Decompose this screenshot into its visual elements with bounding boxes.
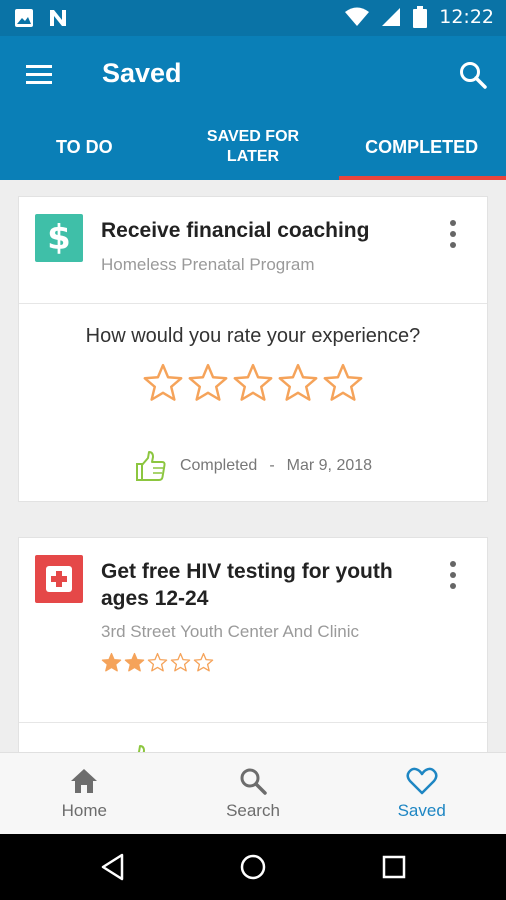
nav-search-label: Search — [226, 800, 280, 820]
search-icon[interactable] — [458, 60, 488, 90]
back-icon[interactable] — [98, 852, 128, 882]
home-button-icon[interactable] — [238, 852, 268, 882]
thumbs-up-icon — [135, 451, 166, 481]
rating-stars — [19, 362, 487, 404]
search-icon — [240, 768, 267, 795]
battery-icon — [413, 6, 428, 28]
home-icon — [71, 768, 98, 793]
menu-icon[interactable] — [24, 62, 54, 88]
nav-saved[interactable]: Saved — [337, 753, 506, 834]
n-notification-icon — [50, 10, 66, 26]
nav-search[interactable]: Search — [169, 753, 338, 834]
medical-cross-icon — [35, 555, 83, 603]
tab-saved-for-later-label: SAVED FOR LATER — [206, 128, 300, 165]
completion-status: Completed - Mar 9, 2018 — [19, 449, 487, 483]
tab-completed[interactable]: COMPLETED — [337, 114, 506, 180]
tab-to-do[interactable]: TO DO — [0, 114, 169, 180]
star-empty-icon — [147, 652, 168, 672]
card-divider — [19, 722, 487, 723]
saved-list[interactable]: $ Receive financial coaching Homeless Pr… — [0, 180, 506, 752]
status-text: Completed — [179, 457, 258, 474]
status-bar: 12:22 — [0, 0, 506, 36]
star-filled-icon — [124, 652, 145, 672]
thumbs-up-icon — [137, 745, 145, 752]
image-notification-icon — [15, 9, 33, 27]
status-separator: - — [269, 457, 275, 474]
signal-icon — [382, 8, 401, 26]
system-navigation-bar — [0, 834, 506, 900]
rating-display — [101, 652, 214, 673]
service-card[interactable]: Get free HIV testing for youth ages 12-2… — [18, 537, 488, 752]
star-filled-icon — [101, 652, 122, 672]
rating-prompt: How would you rate your experience? — [85, 325, 421, 347]
rate-star-4-icon[interactable] — [277, 362, 319, 404]
completion-date: Mar 9, 2018 — [286, 457, 373, 474]
nav-saved-label: Saved — [397, 800, 446, 820]
star-empty-icon — [193, 652, 214, 672]
recent-apps-icon[interactable] — [379, 852, 409, 882]
bottom-navigation: Home Search Saved — [0, 752, 506, 834]
dollar-icon: $ — [35, 214, 83, 262]
service-card[interactable]: $ Receive financial coaching Homeless Pr… — [18, 196, 488, 502]
rate-star-3-icon[interactable] — [232, 362, 274, 404]
clock: 12:22 — [439, 6, 494, 28]
nav-home[interactable]: Home — [0, 753, 169, 834]
more-options-icon[interactable] — [439, 558, 467, 592]
tab-bar: TO DO SAVED FOR LATER COMPLETED — [0, 114, 506, 180]
star-empty-icon — [170, 652, 191, 672]
heart-icon — [406, 767, 438, 794]
nav-home-label: Home — [61, 800, 108, 820]
rate-star-1-icon[interactable] — [142, 362, 184, 404]
page-title: Saved — [102, 58, 182, 88]
more-options-icon[interactable] — [439, 217, 467, 251]
card-provider: Homeless Prenatal Program — [101, 255, 315, 274]
tab-saved-for-later[interactable]: SAVED FOR LATER — [169, 114, 338, 180]
app-bar: Saved — [0, 36, 506, 114]
card-provider: 3rd Street Youth Center And Clinic — [101, 622, 359, 641]
wifi-icon — [345, 7, 370, 26]
card-title: Get free HIV testing for youth ages 12-2… — [101, 560, 393, 610]
rate-star-2-icon[interactable] — [187, 362, 229, 404]
rate-star-5-icon[interactable] — [322, 362, 364, 404]
card-title: Receive financial coaching — [101, 219, 370, 242]
card-divider — [19, 303, 487, 304]
